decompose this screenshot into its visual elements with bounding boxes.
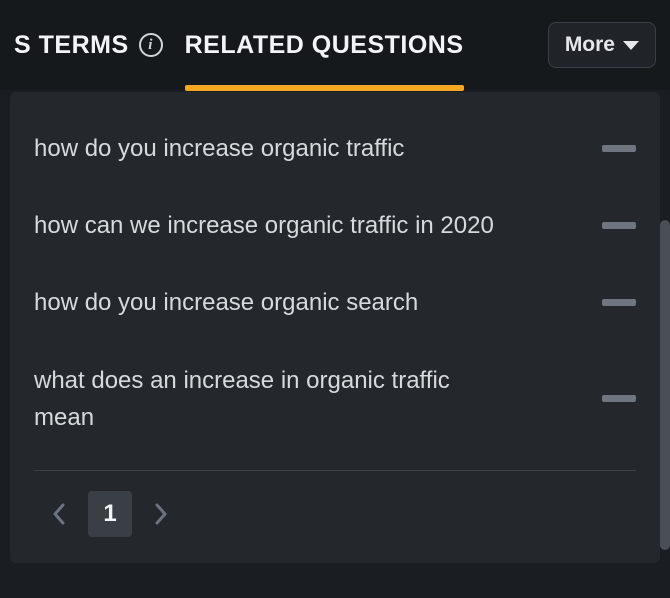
question-text: what does an increase in organic traffic… xyxy=(34,362,504,436)
related-questions-panel: how do you increase organic traffic how … xyxy=(10,92,660,563)
question-text: how do you increase organic search xyxy=(34,284,418,321)
top-tab-bar: S TERMS i RELATED QUESTIONS More xyxy=(0,0,670,90)
pagination: 1 xyxy=(34,491,636,537)
tab-related-label: RELATED QUESTIONS xyxy=(185,31,464,60)
divider xyxy=(34,470,636,471)
chevron-down-icon xyxy=(623,41,639,50)
more-button-label: More xyxy=(565,33,615,57)
info-icon[interactable]: i xyxy=(139,33,163,57)
question-row[interactable]: what does an increase in organic traffic… xyxy=(34,342,636,456)
scrollbar-thumb[interactable] xyxy=(660,220,670,550)
pager-next[interactable] xyxy=(146,503,176,525)
question-row[interactable]: how do you increase organic search xyxy=(34,264,636,341)
tab-terms-label: S TERMS xyxy=(14,31,129,60)
collapse-icon[interactable] xyxy=(602,222,636,229)
pager-current-page[interactable]: 1 xyxy=(88,491,132,537)
more-button[interactable]: More xyxy=(548,22,656,68)
chevron-left-icon xyxy=(52,503,66,525)
scrollbar[interactable] xyxy=(660,220,670,550)
tab-terms[interactable]: S TERMS i xyxy=(14,3,163,88)
collapse-icon[interactable] xyxy=(602,299,636,306)
tabs-group: S TERMS i RELATED QUESTIONS xyxy=(14,3,530,88)
question-text: how do you increase organic traffic xyxy=(34,130,404,167)
tab-related-questions[interactable]: RELATED QUESTIONS xyxy=(185,3,464,88)
pager-prev[interactable] xyxy=(44,503,74,525)
collapse-icon[interactable] xyxy=(602,395,636,402)
question-row[interactable]: how can we increase organic traffic in 2… xyxy=(34,187,636,264)
question-text: how can we increase organic traffic in 2… xyxy=(34,207,494,244)
question-row[interactable]: how do you increase organic traffic xyxy=(34,110,636,187)
pager-page-number: 1 xyxy=(103,500,116,528)
chevron-right-icon xyxy=(154,503,168,525)
collapse-icon[interactable] xyxy=(602,145,636,152)
